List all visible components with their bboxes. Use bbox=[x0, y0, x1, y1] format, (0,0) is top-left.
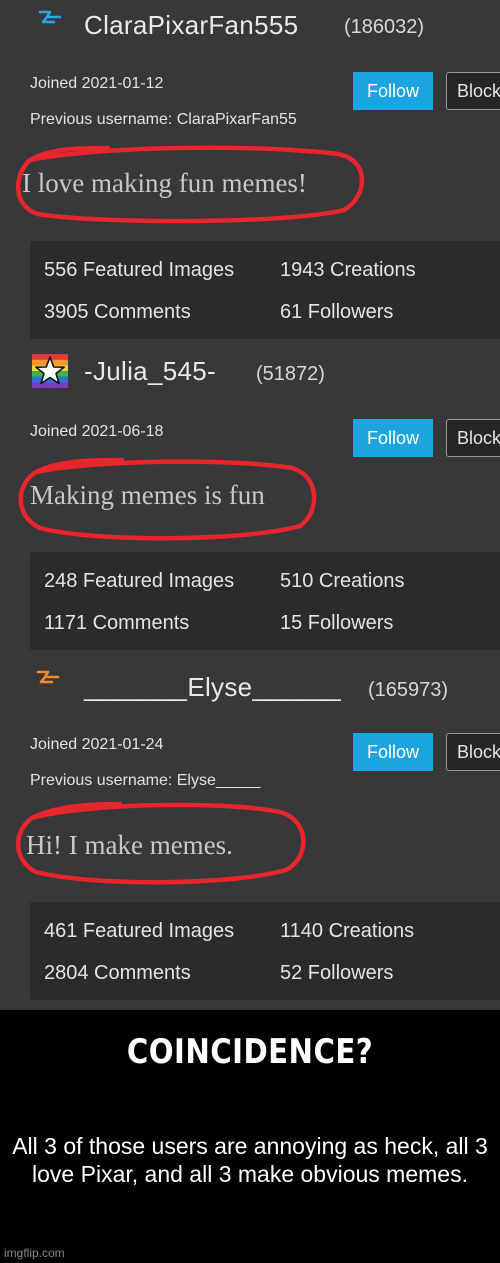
stats-panel: 556 Featured Images 1943 Creations 3905 … bbox=[30, 241, 500, 339]
comments-count[interactable]: 1171 Comments bbox=[44, 612, 189, 635]
username-row: _______Elyse______ (165973) bbox=[0, 668, 500, 708]
previous-username: Previous username: ClaraPixarFan55 bbox=[30, 111, 297, 128]
featured-images-count[interactable]: 556 Featured Images bbox=[44, 259, 234, 282]
joined-date: Joined 2021-06-18 bbox=[30, 423, 164, 440]
stats-panel: 461 Featured Images 1140 Creations 2804 … bbox=[30, 902, 500, 1000]
block-button[interactable]: Block bbox=[446, 733, 500, 771]
user-points: (51872) bbox=[256, 363, 325, 385]
stats-panel: 248 Featured Images 510 Creations 1171 C… bbox=[30, 552, 500, 650]
rainbow-star-icon bbox=[32, 354, 68, 388]
meme-caption: COINCIDENCE? All 3 of those users are an… bbox=[0, 1010, 500, 1263]
creations-count[interactable]: 1140 Creations bbox=[280, 920, 414, 943]
comments-count[interactable]: 3905 Comments bbox=[44, 301, 191, 324]
follow-button[interactable]: Follow bbox=[353, 419, 433, 457]
username[interactable]: ClaraPixarFan555 bbox=[84, 10, 298, 41]
username-row: -Julia_545- (51872) bbox=[0, 354, 500, 394]
blue-bolt-icon bbox=[38, 10, 62, 24]
block-button[interactable]: Block bbox=[446, 419, 500, 457]
username-row: ClaraPixarFan555 (186032) bbox=[0, 6, 500, 46]
user-bio: Making memes is fun bbox=[30, 480, 265, 510]
followers-count[interactable]: 61 Followers bbox=[280, 301, 393, 324]
follow-button[interactable]: Follow bbox=[353, 72, 433, 110]
comments-count[interactable]: 2804 Comments bbox=[44, 962, 191, 985]
user-bio: I love making fun memes! bbox=[22, 168, 307, 198]
caption-body: All 3 of those users are annoying as hec… bbox=[12, 1133, 488, 1187]
joined-date: Joined 2021-01-24 bbox=[30, 736, 164, 753]
followers-count[interactable]: 15 Followers bbox=[280, 612, 393, 635]
creations-count[interactable]: 1943 Creations bbox=[280, 259, 416, 282]
block-button[interactable]: Block bbox=[446, 72, 500, 110]
imgflip-watermark: imgflip.com bbox=[4, 1246, 65, 1260]
follow-button[interactable]: Follow bbox=[353, 733, 433, 771]
creations-count[interactable]: 510 Creations bbox=[280, 570, 405, 593]
followers-count[interactable]: 52 Followers bbox=[280, 962, 393, 985]
user-points: (165973) bbox=[368, 679, 449, 701]
featured-images-count[interactable]: 461 Featured Images bbox=[44, 920, 234, 943]
username[interactable]: _______Elyse______ bbox=[84, 672, 341, 703]
featured-images-count[interactable]: 248 Featured Images bbox=[44, 570, 234, 593]
username[interactable]: -Julia_545- bbox=[84, 356, 216, 387]
caption-headline: COINCIDENCE? bbox=[126, 1032, 374, 1072]
previous-username: Previous username: Elyse_____ bbox=[30, 772, 261, 789]
joined-date: Joined 2021-01-12 bbox=[30, 75, 164, 92]
screenshot-panel: ClaraPixarFan555 (186032) Joined 2021-01… bbox=[0, 0, 500, 1010]
user-bio: Hi! I make memes. bbox=[26, 830, 233, 860]
user-points: (186032) bbox=[344, 16, 425, 38]
orange-bolt-icon bbox=[36, 670, 60, 684]
